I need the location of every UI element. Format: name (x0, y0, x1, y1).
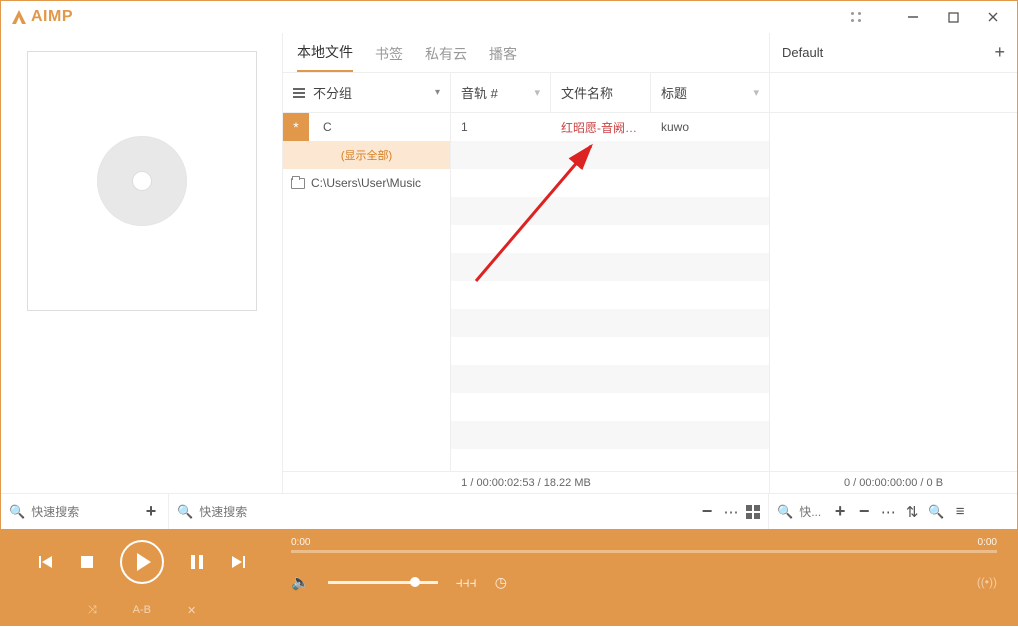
logo-icon (9, 7, 29, 27)
search-icon: 🔍 (777, 504, 793, 520)
search-right: 🔍 + − ⋯ ⇅ 🔍 ≡ (769, 494, 1017, 529)
search-center: 🔍 − ⋯ (169, 494, 769, 529)
track-filename: 红昭愿-音阙诗听... (551, 119, 651, 136)
timer-button[interactable]: ◷ (495, 574, 507, 591)
drag-handle-icon[interactable] (849, 10, 863, 24)
tab-private-cloud[interactable]: 私有云 (425, 44, 467, 72)
play-icon (137, 553, 151, 571)
album-art-placeholder (27, 51, 257, 311)
play-button[interactable] (120, 540, 164, 584)
left-panel (1, 33, 283, 493)
content-area: * C (显示全部) C:\Users\User\Music (283, 113, 769, 471)
playlist-body (770, 113, 1017, 471)
ab-repeat-button[interactable]: A-B (133, 604, 151, 616)
next-button[interactable] (230, 554, 246, 570)
column-title[interactable]: 标题 ▾ (651, 73, 769, 112)
tab-local-files[interactable]: 本地文件 (297, 42, 353, 72)
folder-favorites[interactable]: * C (283, 113, 450, 141)
group-label: 不分组 (313, 83, 352, 102)
remove-button[interactable]: − (698, 501, 716, 522)
column-title-label: 标题 (661, 83, 687, 102)
close-button[interactable] (983, 7, 1003, 27)
pause-button[interactable] (190, 554, 204, 570)
add-playlist-button[interactable]: + (994, 42, 1005, 63)
add-button[interactable]: + (142, 501, 160, 522)
track-title: kuwo (651, 120, 769, 134)
folder-tree: * C (显示全部) C:\Users\User\Music (283, 113, 451, 471)
chevron-down-icon: ▾ (435, 87, 440, 98)
right-stats: 0 / 00:00:00:00 / 0 B (770, 471, 1017, 493)
progress-area: 0:00 0:00 🔈 ⫞⫞⫞ ◷ ((•)) (283, 529, 1017, 625)
column-header-row: 不分组 ▾ 音轨 # ▾ 文件名称 标题 ▾ (283, 73, 769, 113)
folder-music-path: C:\Users\User\Music (311, 176, 421, 190)
app-name: AIMP (31, 8, 73, 26)
folder-favorites-label: C (315, 120, 332, 134)
more-button[interactable]: ⋯ (879, 503, 897, 521)
time-total: 0:00 (978, 537, 997, 548)
add-button[interactable]: + (831, 501, 849, 522)
playlist-header: Default + (770, 33, 1017, 73)
disc-icon (97, 136, 187, 226)
body: 本地文件 书签 私有云 播客 不分组 ▾ 音轨 # ▾ 文件名称 (1, 33, 1017, 493)
search-input-right[interactable] (799, 505, 825, 519)
menu-button[interactable]: ≡ (951, 503, 969, 520)
filter-icon: ▾ (534, 86, 540, 99)
sort-button[interactable]: ⇅ (903, 503, 921, 521)
volume-slider[interactable] (328, 581, 438, 584)
search-input-center[interactable] (199, 505, 692, 519)
list-icon (293, 88, 305, 98)
app-window: AIMP 本地文件 书签 私有云 播客 (0, 0, 1018, 626)
folder-icon (291, 178, 305, 189)
playlist-toolbar (770, 73, 1017, 113)
track-list: 1 红昭愿-音阙诗听... kuwo (451, 113, 769, 471)
tab-bookmarks[interactable]: 书签 (375, 44, 403, 72)
search-button[interactable]: 🔍 (927, 504, 945, 520)
crossfade-button[interactable]: ✕ (187, 604, 196, 617)
column-track[interactable]: 音轨 # ▾ (451, 73, 551, 112)
folder-show-all[interactable]: (显示全部) (283, 141, 450, 169)
search-icon: 🔍 (9, 504, 25, 520)
column-filename[interactable]: 文件名称 (551, 73, 651, 112)
folder-music[interactable]: C:\Users\User\Music (283, 169, 450, 197)
track-row[interactable]: 1 红昭愿-音阙诗听... kuwo (451, 113, 769, 141)
radio-icon[interactable]: ((•)) (977, 575, 997, 589)
maximize-button[interactable] (943, 7, 963, 27)
track-number: 1 (451, 120, 551, 134)
group-selector[interactable]: 不分组 ▾ (283, 73, 451, 112)
column-filename-label: 文件名称 (561, 83, 613, 102)
center-panel: 本地文件 书签 私有云 播客 不分组 ▾ 音轨 # ▾ 文件名称 (283, 33, 769, 493)
search-input-left[interactable] (31, 505, 91, 519)
star-icon: * (283, 113, 309, 141)
center-stats-text: 1 / 00:00:02:53 / 18.22 MB (461, 477, 591, 489)
column-track-label: 音轨 # (461, 83, 498, 102)
more-button[interactable]: ⋯ (722, 503, 740, 521)
search-left: 🔍 + (1, 494, 169, 529)
player-bar: ⤨ A-B ✕ 0:00 0:00 🔈 ⫞⫞⫞ ◷ ((•)) (1, 529, 1017, 625)
progress-slider[interactable] (291, 550, 997, 553)
window-controls (903, 7, 1009, 27)
app-logo: AIMP (9, 7, 73, 27)
minimize-button[interactable] (903, 7, 923, 27)
filter-icon: ▾ (753, 86, 759, 99)
shuffle-button[interactable]: ⤨ (88, 604, 97, 617)
playlist-name[interactable]: Default (782, 45, 823, 60)
previous-button[interactable] (38, 554, 54, 570)
equalizer-button[interactable]: ⫞⫞⫞ (456, 574, 477, 591)
right-panel: Default + 0 / 00:00:00:00 / 0 B (769, 33, 1017, 493)
show-all-label: (显示全部) (341, 147, 392, 163)
remove-button[interactable]: − (855, 501, 873, 522)
titlebar: AIMP (1, 1, 1017, 33)
grid-view-icon[interactable] (746, 505, 760, 519)
search-icon: 🔍 (177, 504, 193, 520)
tab-podcast[interactable]: 播客 (489, 44, 517, 72)
tabs: 本地文件 书签 私有云 播客 (283, 33, 769, 73)
right-stats-text: 0 / 00:00:00:00 / 0 B (844, 477, 943, 489)
time-elapsed: 0:00 (291, 537, 310, 548)
volume-icon[interactable]: 🔈 (291, 573, 310, 591)
center-stats: 1 / 00:00:02:53 / 18.22 MB (283, 471, 769, 493)
transport-controls: ⤨ A-B ✕ (1, 529, 283, 625)
search-row: 🔍 + 🔍 − ⋯ 🔍 + − ⋯ ⇅ 🔍 ≡ (1, 493, 1017, 529)
album-art-container (1, 33, 282, 311)
stop-button[interactable] (80, 555, 94, 569)
